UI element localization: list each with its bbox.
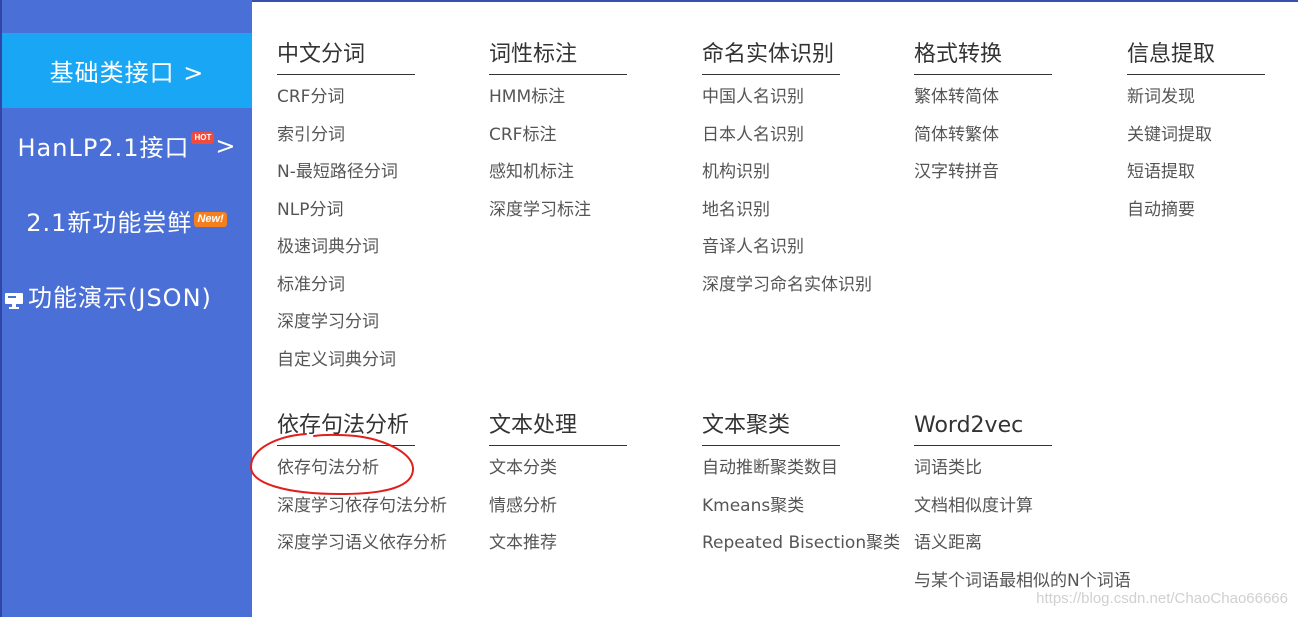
menu-group-info-extraction: 信息提取 新词发现 关键词提取 短语提取 自动摘要: [1127, 40, 1287, 229]
sidebar-item-basic-api[interactable]: 基础类接口 >: [2, 33, 252, 108]
divider: [489, 445, 627, 446]
menu-link[interactable]: 繁体转简体: [914, 79, 1114, 117]
menu-link[interactable]: 新词发现: [1127, 79, 1287, 117]
menu-link[interactable]: 标准分词: [277, 267, 477, 305]
menu-link[interactable]: 深度学习标注: [489, 192, 689, 230]
group-title: Word2vec: [914, 413, 1024, 438]
menu-link[interactable]: 文本推荐: [489, 525, 689, 563]
group-title: 命名实体识别: [702, 42, 835, 67]
menu-link[interactable]: 感知机标注: [489, 154, 689, 192]
menu-link[interactable]: 语义距离: [914, 525, 1154, 563]
new-badge: New!: [194, 212, 227, 227]
group-title: 依存句法分析: [277, 413, 410, 438]
menu-link[interactable]: 文档相似度计算: [914, 488, 1154, 526]
sidebar-item-label: 2.1新功能尝鲜: [26, 209, 193, 237]
divider: [914, 445, 1052, 446]
menu-link[interactable]: 依存句法分析: [277, 450, 477, 488]
menu-link[interactable]: 关键词提取: [1127, 117, 1287, 155]
menu-link[interactable]: N-最短路径分词: [277, 154, 477, 192]
sidebar-item-label: HanLP2.1接口: [17, 134, 190, 162]
menu-link[interactable]: 自动摘要: [1127, 192, 1287, 230]
menu-link[interactable]: 深度学习依存句法分析: [277, 488, 477, 526]
divider: [702, 445, 840, 446]
menu-link[interactable]: 机构识别: [702, 154, 902, 192]
menu-link[interactable]: NLP分词: [277, 192, 477, 230]
menu-link[interactable]: 自动推断聚类数目: [702, 450, 902, 488]
menu-group-ner: 命名实体识别 中国人名识别 日本人名识别 机构识别 地名识别 音译人名识别 深度…: [702, 40, 902, 304]
group-title: 文本聚类: [702, 413, 791, 438]
menu-link[interactable]: 日本人名识别: [702, 117, 902, 155]
menu-link[interactable]: 情感分析: [489, 488, 689, 526]
sidebar-item-hanlp21-api[interactable]: HanLP2.1接口 HOT >: [2, 108, 252, 183]
menu-link[interactable]: 文本分类: [489, 450, 689, 488]
divider: [489, 74, 627, 75]
chevron-right-icon: >: [215, 131, 237, 160]
menu-link[interactable]: 中国人名识别: [702, 79, 902, 117]
divider: [277, 74, 415, 75]
divider: [1127, 74, 1265, 75]
menu-group-text-processing: 文本处理 文本分类 情感分析 文本推荐: [489, 411, 689, 563]
menu-link[interactable]: 深度学习语义依存分析: [277, 525, 477, 563]
menu-link[interactable]: Kmeans聚类: [702, 488, 902, 526]
menu-link[interactable]: CRF标注: [489, 117, 689, 155]
menu-link[interactable]: 地名识别: [702, 192, 902, 230]
menu-link[interactable]: HMM标注: [489, 79, 689, 117]
group-title: 信息提取: [1127, 42, 1216, 67]
menu-link[interactable]: 极速词典分词: [277, 229, 477, 267]
menu-link[interactable]: 汉字转拼音: [914, 154, 1114, 192]
sidebar-item-label: 基础类接口 >: [49, 59, 205, 87]
divider: [914, 74, 1052, 75]
divider: [702, 74, 840, 75]
divider: [277, 445, 415, 446]
sidebar: 基础类接口 > HanLP2.1接口 HOT > 2.1新功能尝鲜 New! 功…: [0, 0, 252, 617]
menu-link[interactable]: 音译人名识别: [702, 229, 902, 267]
group-title: 词性标注: [489, 42, 578, 67]
sidebar-item-demo-json[interactable]: 功能演示(JSON): [2, 258, 252, 333]
menu-group-format-conversion: 格式转换 繁体转简体 简体转繁体 汉字转拼音: [914, 40, 1114, 192]
menu-group-word2vec: Word2vec 词语类比 文档相似度计算 语义距离 与某个词语最相似的N个词语: [914, 411, 1154, 600]
menu-link[interactable]: 词语类比: [914, 450, 1154, 488]
menu-link[interactable]: 索引分词: [277, 117, 477, 155]
menu-link[interactable]: 短语提取: [1127, 154, 1287, 192]
group-title: 格式转换: [914, 42, 1003, 67]
menu-group-text-clustering: 文本聚类 自动推断聚类数目 Kmeans聚类 Repeated Bisectio…: [702, 411, 902, 563]
menu-group-pos-tagging: 词性标注 HMM标注 CRF标注 感知机标注 深度学习标注: [489, 40, 689, 229]
hot-badge: HOT: [191, 131, 215, 144]
menu-link[interactable]: CRF分词: [277, 79, 477, 117]
menu-link[interactable]: 简体转繁体: [914, 117, 1114, 155]
group-title: 文本处理: [489, 413, 578, 438]
menu-group-segmentation: 中文分词 CRF分词 索引分词 N-最短路径分词 NLP分词 极速词典分词 标准…: [277, 40, 477, 379]
menu-link[interactable]: 深度学习命名实体识别: [702, 267, 902, 305]
menu-link[interactable]: 自定义词典分词: [277, 342, 477, 380]
monitor-icon: [4, 288, 24, 309]
menu-link[interactable]: 深度学习分词: [277, 304, 477, 342]
sidebar-item-new-features[interactable]: 2.1新功能尝鲜 New!: [2, 183, 252, 258]
watermark: https://blog.csdn.net/ChaoChao66666: [1036, 590, 1288, 607]
sidebar-item-label: 功能演示(JSON): [28, 284, 212, 312]
menu-link[interactable]: Repeated Bisection聚类: [702, 525, 902, 563]
menu-group-dependency-parsing: 依存句法分析 依存句法分析 深度学习依存句法分析 深度学习语义依存分析: [277, 411, 477, 563]
group-title: 中文分词: [277, 42, 366, 67]
